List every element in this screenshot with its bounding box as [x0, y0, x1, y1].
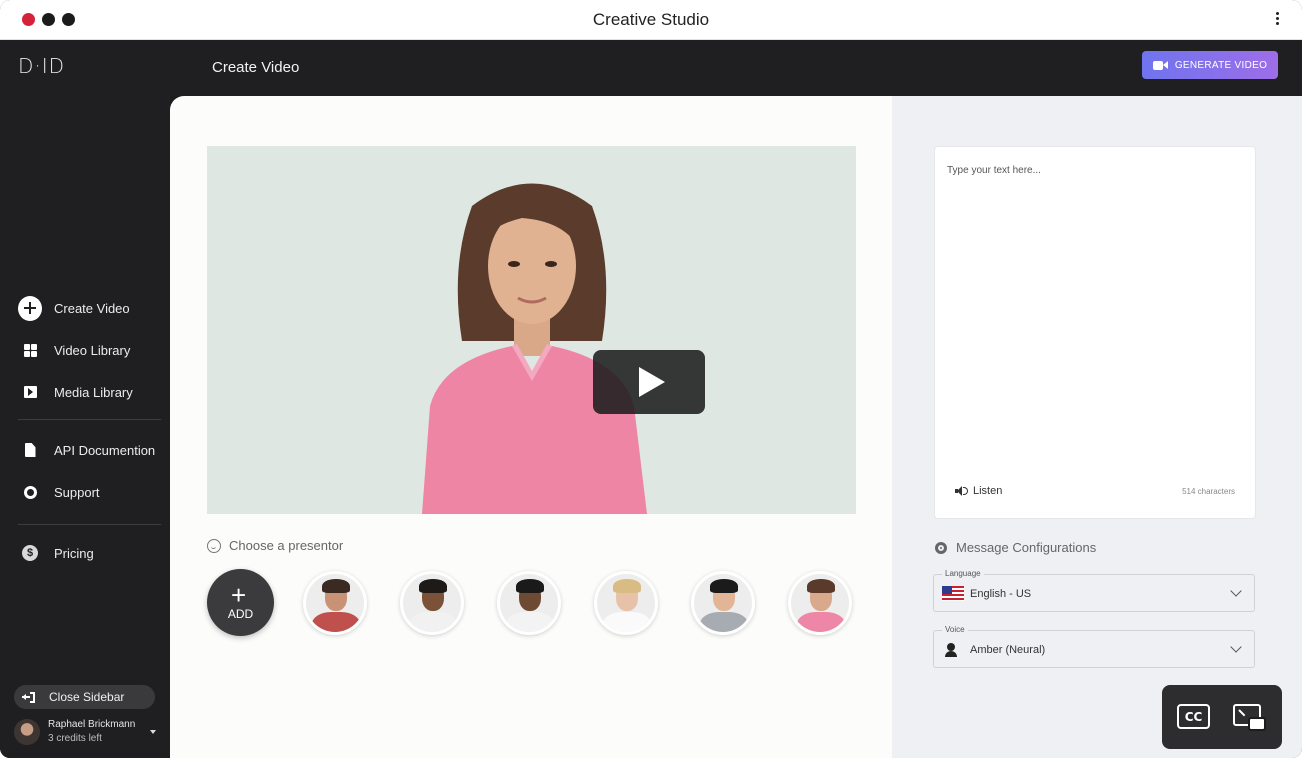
lifebuoy-icon — [18, 480, 42, 504]
plus-icon: + — [231, 580, 247, 610]
play-button[interactable] — [593, 350, 705, 414]
close-sidebar-button[interactable]: Close Sidebar — [14, 685, 155, 709]
logo[interactable]: D·ID — [18, 54, 65, 78]
plus-circle-icon — [18, 295, 42, 321]
script-panel: Listen 514 characters Message Configurat… — [892, 96, 1302, 758]
person-icon — [945, 643, 957, 657]
user-menu[interactable]: Raphael Brickmann 3 credits left — [14, 716, 164, 750]
language-select[interactable]: Language English - US — [933, 569, 1255, 612]
sidebar-item-pricing[interactable]: $ Pricing — [18, 539, 94, 567]
video-preview[interactable] — [207, 146, 856, 514]
language-label: Language — [942, 569, 984, 578]
app-window: Creative Studio D·ID Create Video GENERA… — [0, 0, 1302, 758]
presenter-option-man-grey-sweater[interactable] — [691, 571, 755, 635]
script-input[interactable] — [947, 165, 1243, 465]
window-titlebar: Creative Studio — [0, 0, 1302, 40]
presenter-heading-label: Choose a presentor — [229, 538, 344, 553]
presenter-option-man-plaid-shirt[interactable] — [303, 571, 367, 635]
collapse-sidebar-icon — [22, 691, 35, 703]
sidebar-item-label: Video Library — [54, 342, 131, 358]
presenter-option-woman-blonde[interactable] — [594, 571, 658, 635]
media-overlay-controls: CC — [1162, 685, 1282, 749]
character-count: 514 characters — [1182, 487, 1235, 496]
picture-in-picture-button[interactable] — [1233, 704, 1266, 731]
message-config-heading: Message Configurations — [935, 540, 1096, 555]
sidebar-item-api-documentation[interactable]: API Documention — [18, 436, 155, 464]
language-value: English - US — [970, 588, 1032, 600]
gear-icon — [935, 541, 947, 554]
dollar-icon: $ — [18, 541, 42, 565]
chevron-down-icon — [150, 730, 156, 734]
sidebar: Create Video Video Library Media Library… — [0, 96, 170, 758]
main-panel: Choose a presentor + ADD — [170, 96, 892, 758]
sidebar-item-label: Pricing — [54, 545, 94, 561]
video-camera-icon — [1152, 60, 1168, 71]
app-header: D·ID Create Video GENERATE VIDEO — [0, 40, 1302, 96]
add-presenter-button[interactable]: + ADD — [207, 569, 274, 636]
sidebar-item-label: Create Video — [54, 300, 130, 316]
listen-label: Listen — [973, 485, 1003, 497]
more-options-icon[interactable] — [1274, 10, 1280, 30]
close-sidebar-label: Close Sidebar — [49, 690, 125, 704]
user-credits: 3 credits left — [48, 733, 102, 744]
window-title: Creative Studio — [592, 10, 710, 29]
generate-video-label: GENERATE VIDEO — [1174, 59, 1268, 71]
sidebar-item-media-library[interactable]: Media Library — [18, 378, 133, 406]
chevron-down-icon — [1230, 585, 1242, 597]
us-flag-icon — [942, 586, 964, 601]
voice-select[interactable]: Voice Amber (Neural) — [933, 625, 1255, 668]
user-name: Raphael Brickmann — [48, 719, 136, 730]
smiley-icon — [207, 538, 221, 553]
media-play-icon — [18, 380, 42, 404]
listen-button[interactable]: Listen — [955, 485, 1002, 497]
avatar — [14, 719, 40, 745]
presenter-option-man-glasses[interactable] — [497, 571, 561, 635]
sidebar-item-label: API Documention — [54, 442, 156, 458]
speaker-icon — [955, 486, 968, 496]
sidebar-item-support[interactable]: Support — [18, 478, 100, 506]
sidebar-item-video-library[interactable]: Video Library — [18, 336, 130, 364]
message-config-label: Message Configurations — [956, 540, 1097, 555]
presenter-heading: Choose a presentor — [207, 538, 343, 553]
closed-captions-button[interactable]: CC — [1177, 704, 1210, 729]
sidebar-divider — [18, 419, 161, 420]
add-label: ADD — [227, 607, 254, 621]
sidebar-item-label: Support — [54, 484, 100, 500]
presenter-image — [422, 183, 647, 514]
document-icon — [18, 438, 42, 462]
generate-video-button[interactable]: GENERATE VIDEO — [1142, 51, 1278, 79]
sidebar-item-create-video[interactable]: Create Video — [18, 294, 130, 322]
voice-label: Voice — [942, 625, 968, 634]
voice-value: Amber (Neural) — [970, 644, 1046, 656]
page-title: Create Video — [212, 59, 300, 76]
sidebar-divider — [18, 524, 161, 525]
presenter-option-man-curly-hair[interactable] — [400, 571, 464, 635]
script-textbox: Listen 514 characters — [935, 147, 1255, 518]
sidebar-item-label: Media Library — [54, 384, 133, 400]
presenter-option-woman-pink-shirt[interactable] — [788, 571, 852, 635]
chevron-down-icon — [1230, 641, 1242, 653]
grid-icon — [18, 338, 42, 362]
